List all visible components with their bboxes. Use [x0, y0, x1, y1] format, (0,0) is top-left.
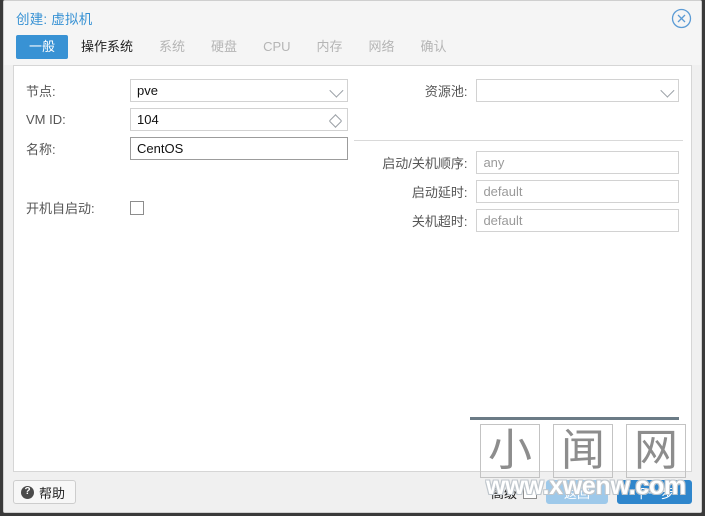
startup-delay-input[interactable]: default: [476, 180, 680, 203]
chevron-down-icon: [660, 83, 675, 98]
node-select[interactable]: pve: [130, 79, 349, 102]
startup-order-placeholder: any: [483, 155, 505, 170]
pool-select[interactable]: [476, 79, 680, 102]
close-circle-icon[interactable]: [671, 8, 692, 29]
dialog-footer: ? 帮助 高级 返回 下一步: [4, 472, 701, 512]
form-column-right: 资源池: 启动/关机顺序: any 启动延时: default 关机超时: de…: [348, 76, 683, 235]
right-column-divider: [354, 140, 683, 141]
tab-os[interactable]: 操作系统: [68, 35, 146, 59]
help-button-label: 帮助: [39, 485, 66, 501]
screen: 创建: 虚拟机 一般 操作系统 系统 硬盘 CPU 内存 网络 确认 节点: p…: [0, 0, 705, 516]
spinner-icon[interactable]: [329, 112, 343, 129]
label-start-at-boot: 开机自启动:: [26, 201, 95, 216]
tab-general[interactable]: 一般: [16, 35, 69, 59]
startup-delay-placeholder: default: [483, 184, 523, 199]
tab-network[interactable]: 网络: [356, 35, 408, 59]
name-input[interactable]: CentOS: [130, 137, 349, 160]
shutdown-timeout-placeholder: default: [483, 213, 523, 228]
tab-system[interactable]: 系统: [146, 35, 198, 59]
form-column-left: 节点: pve VM ID: 104 名称: CentOS 开机自启动:: [14, 76, 349, 235]
wizard-content-panel: 节点: pve VM ID: 104 名称: CentOS 开机自启动: 资源池…: [13, 65, 692, 472]
advanced-label: 高级: [490, 485, 517, 501]
label-name: 名称:: [26, 142, 56, 157]
right-column-spacer: [354, 105, 682, 135]
tab-disks[interactable]: 硬盘: [198, 35, 250, 59]
label-startup-order: 启动/关机顺序:: [382, 156, 468, 171]
label-shutdown-timeout: 关机超时:: [411, 214, 468, 229]
tab-cpu[interactable]: CPU: [250, 35, 303, 59]
vmid-input[interactable]: 104: [130, 108, 349, 131]
left-column-spacer: [26, 163, 348, 193]
field-node: 节点: pve: [26, 76, 349, 105]
field-shutdown-timeout: 关机超时: default: [354, 206, 682, 235]
field-startup-order: 启动/关机顺序: any: [354, 148, 682, 177]
name-input-value: CentOS: [137, 141, 184, 156]
node-select-value: pve: [137, 83, 158, 98]
advanced-toggle[interactable]: 高级: [491, 483, 537, 502]
footer-actions: 高级 返回 下一步: [491, 480, 692, 504]
field-vmid: VM ID: 104: [26, 105, 349, 134]
field-startup-delay: 启动延时: default: [354, 177, 682, 206]
dialog-title: 创建: 虚拟机: [16, 12, 93, 27]
label-startup-delay: 启动延时:: [411, 185, 468, 200]
label-pool: 资源池:: [424, 84, 468, 99]
tab-memory[interactable]: 内存: [304, 35, 356, 59]
shutdown-timeout-input[interactable]: default: [476, 209, 680, 232]
startup-order-input[interactable]: any: [476, 151, 680, 174]
advanced-checkbox[interactable]: [522, 485, 537, 499]
question-mark-icon: ?: [21, 485, 34, 499]
vmid-input-value: 104: [137, 112, 159, 127]
start-at-boot-checkbox[interactable]: [130, 200, 144, 215]
field-start-at-boot: 开机自启动:: [26, 193, 348, 222]
field-name: 名称: CentOS: [26, 134, 349, 163]
help-button[interactable]: ? 帮助: [13, 480, 77, 504]
chevron-down-icon: [329, 83, 344, 98]
wizard-tabbar: 一般 操作系统 系统 硬盘 CPU 内存 网络 确认: [4, 35, 701, 65]
field-pool: 资源池:: [354, 76, 682, 105]
next-button[interactable]: 下一步: [616, 480, 692, 504]
tab-confirm[interactable]: 确认: [408, 35, 460, 59]
label-node: 节点:: [26, 84, 56, 99]
create-vm-dialog: 创建: 虚拟机 一般 操作系统 系统 硬盘 CPU 内存 网络 确认 节点: p…: [3, 0, 702, 513]
label-vmid: VM ID:: [26, 112, 66, 127]
dialog-titlebar: 创建: 虚拟机: [4, 1, 701, 35]
back-button[interactable]: 返回: [545, 480, 608, 504]
